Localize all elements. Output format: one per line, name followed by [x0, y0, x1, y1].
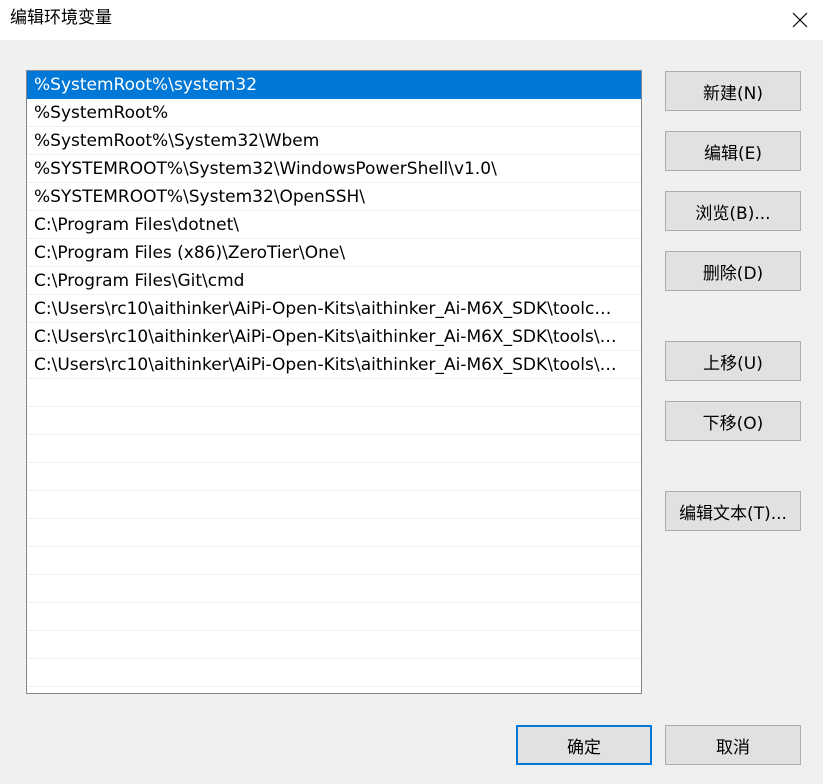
path-list-item[interactable]: %SYSTEMROOT%\System32\WindowsPowerShell\… [27, 155, 641, 183]
close-button[interactable] [775, 0, 825, 40]
delete-button[interactable]: 删除(D) [665, 251, 801, 291]
path-list-empty-row[interactable] [27, 491, 641, 519]
path-list-empty-row[interactable] [27, 463, 641, 491]
path-list-empty-row[interactable] [27, 547, 641, 575]
browse-button[interactable]: 浏览(B)... [665, 191, 801, 231]
path-list-item[interactable]: C:\Program Files\Git\cmd [27, 267, 641, 295]
dialog-title: 编辑环境变量 [10, 8, 112, 28]
path-list-item[interactable]: C:\Program Files\dotnet\ [27, 211, 641, 239]
close-icon [792, 12, 808, 28]
path-list-empty-row[interactable] [27, 603, 641, 631]
path-list-item[interactable]: C:\Users\rc10\aithinker\AiPi-Open-Kits\a… [27, 295, 641, 323]
path-list-item[interactable]: C:\Users\rc10\aithinker\AiPi-Open-Kits\a… [27, 351, 641, 379]
path-list-empty-row[interactable] [27, 407, 641, 435]
title-bar: 编辑环境变量 [0, 0, 825, 40]
cancel-button[interactable]: 取消 [665, 725, 801, 765]
edit-button[interactable]: 编辑(E) [665, 131, 801, 171]
path-list-empty-row[interactable] [27, 379, 641, 407]
path-list[interactable]: %SystemRoot%\system32 %SystemRoot% %System… [26, 70, 642, 694]
move-up-button[interactable]: 上移(U) [665, 341, 801, 381]
edit-environment-variable-dialog: 编辑环境变量 %SystemRoot%\system32 %SystemRoot%… [0, 0, 825, 784]
path-list-item[interactable]: %SystemRoot%\System32\Wbem [27, 127, 641, 155]
path-list-empty-row[interactable] [27, 575, 641, 603]
path-list-empty-row[interactable] [27, 435, 641, 463]
path-list-empty-row[interactable] [27, 659, 641, 687]
path-list-item[interactable]: C:\Users\rc10\aithinker\AiPi-Open-Kits\a… [27, 323, 641, 351]
move-down-button[interactable]: 下移(O) [665, 401, 801, 441]
new-button[interactable]: 新建(N) [665, 71, 801, 111]
ok-button[interactable]: 确定 [516, 725, 652, 765]
path-list-empty-row[interactable] [27, 519, 641, 547]
edit-text-button[interactable]: 编辑文本(T)... [665, 491, 801, 531]
path-list-item[interactable]: %SYSTEMROOT%\System32\OpenSSH\ [27, 183, 641, 211]
path-list-item[interactable]: C:\Program Files (x86)\ZeroTier\One\ [27, 239, 641, 267]
path-list-item[interactable]: %SystemRoot%\system32 [27, 71, 641, 99]
path-list-item[interactable]: %SystemRoot% [27, 99, 641, 127]
path-list-empty-row[interactable] [27, 631, 641, 659]
